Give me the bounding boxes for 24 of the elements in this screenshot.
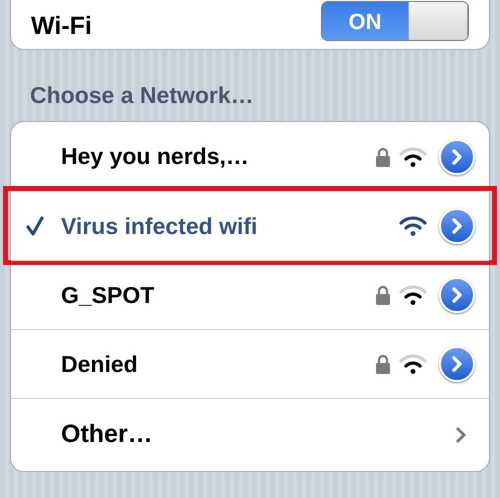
chevron-icon (450, 287, 464, 303)
wifi-signal-icon (399, 284, 427, 306)
wifi-signal-icon (399, 215, 427, 237)
network-row[interactable]: Virus infected wifi (8, 191, 492, 260)
lock-icon (375, 354, 391, 374)
network-row[interactable]: Other… (11, 398, 489, 471)
wifi-signal-icon (399, 146, 427, 168)
detail-disclosure-button[interactable] (439, 208, 475, 244)
network-row[interactable]: G_SPOT (11, 260, 489, 329)
wifi-label: Wi-Fi (31, 14, 92, 39)
network-row[interactable]: Denied (11, 329, 489, 398)
wifi-signal-icon (399, 353, 427, 375)
checkmark-icon (26, 216, 44, 236)
section-title: Choose a Network… (30, 84, 255, 107)
detail-disclosure-button[interactable] (439, 346, 475, 382)
chevron-icon (450, 148, 464, 164)
chevron-icon (455, 426, 467, 444)
chevron-icon (450, 356, 464, 372)
network-row[interactable]: Hey you nerds,… (11, 122, 489, 191)
detail-disclosure-button[interactable] (439, 277, 475, 313)
chevron-icon (450, 218, 464, 234)
detail-disclosure-button[interactable] (439, 138, 475, 174)
lock-icon (375, 285, 391, 305)
lock-icon (375, 146, 391, 166)
